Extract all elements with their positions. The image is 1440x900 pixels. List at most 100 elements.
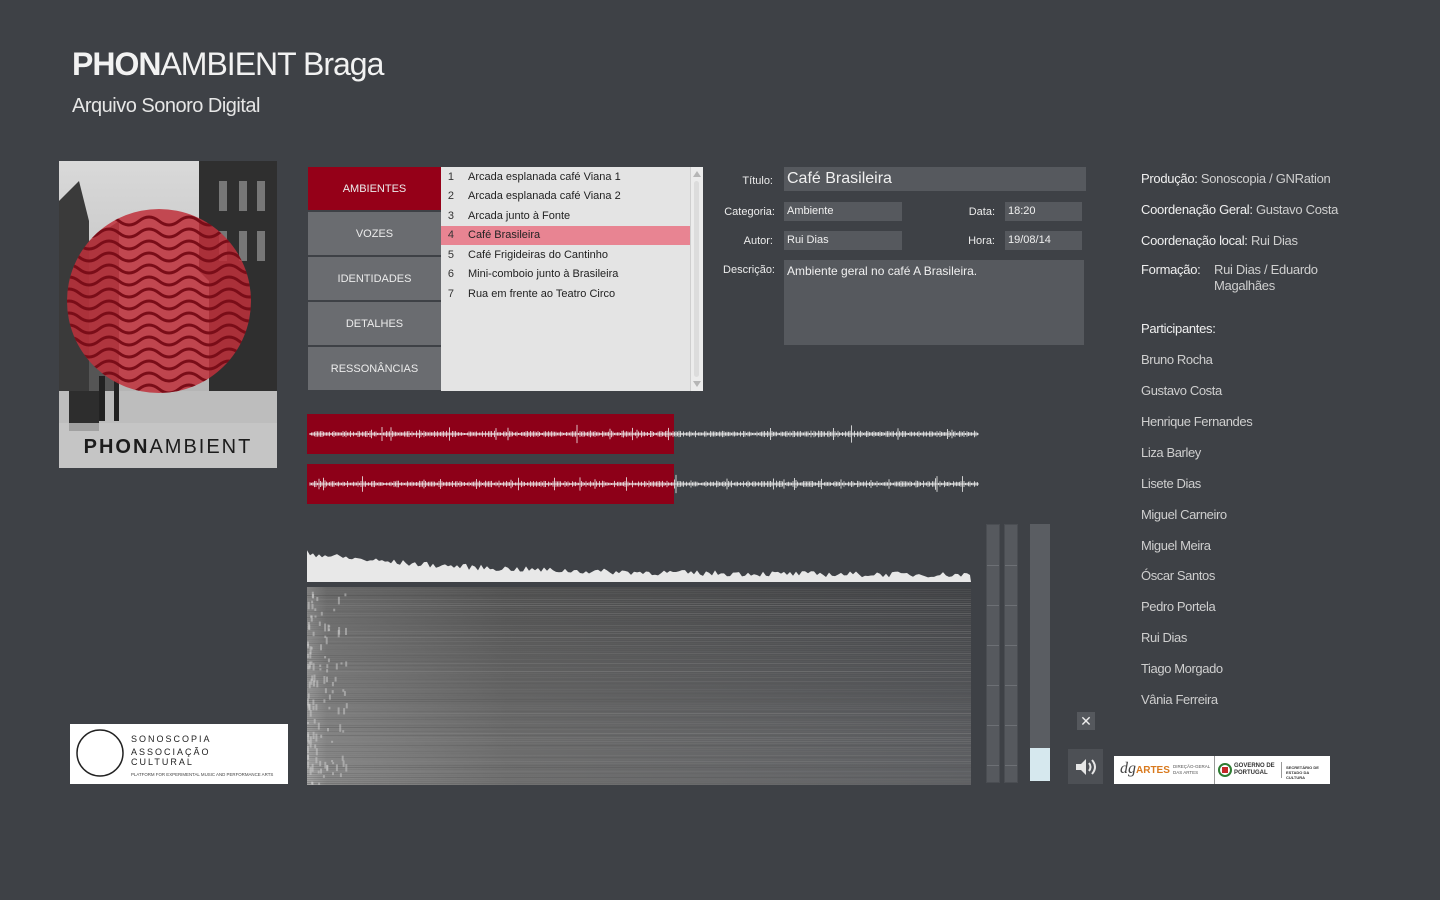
spectrogram-band: [307, 645, 971, 646]
spectrogram-band: [307, 775, 971, 776]
spectrogram-energy: [319, 664, 322, 667]
spectrogram-band: [307, 783, 971, 784]
spectrogram-band: [307, 643, 971, 644]
spectrogram-energy: [317, 770, 320, 774]
spectrogram-band: [307, 689, 971, 690]
spectrogram-energy: [315, 733, 318, 742]
spectrogram-energy: [320, 768, 322, 774]
volume-slider[interactable]: [1030, 524, 1050, 781]
spectrogram-band: [307, 697, 971, 698]
spectrogram-band: [307, 731, 971, 732]
spectrogram-energy: [312, 663, 315, 671]
waveform-left-channel[interactable]: [307, 414, 987, 454]
spectrogram-energy: [333, 608, 336, 612]
category-ressonancias-button[interactable]: RESSONÂNCIAS: [308, 347, 441, 390]
dgartes-governo-logo: dg ARTES DIREÇÃO-GERAL DAS ARTES GOVERNO…: [1114, 756, 1330, 784]
spectrogram-energy: [335, 764, 338, 772]
logo-divider: [1214, 756, 1215, 784]
spectrogram-energy: [310, 615, 313, 622]
spectrogram-band: [307, 719, 971, 720]
track-row[interactable]: 6 Mini-comboio junto à Brasileira: [441, 265, 690, 285]
spectrogram-energy: [326, 676, 328, 683]
spectrogram-energy: [307, 721, 309, 724]
meter-tick: [987, 725, 999, 726]
spectrogram-energy: [307, 745, 309, 754]
spectrogram-band: [307, 729, 971, 730]
track-row[interactable]: 5 Café Frigideiras do Cantinho: [441, 245, 690, 265]
spectrogram-band: [307, 753, 971, 754]
spectrogram-band: [307, 625, 971, 626]
spectrogram-energy: [328, 628, 331, 631]
close-button[interactable]: ✕: [1077, 712, 1095, 730]
data-label: Data:: [968, 206, 995, 218]
spectrogram-band: [307, 759, 971, 760]
autor-label: Autor:: [743, 235, 773, 247]
track-row[interactable]: 1 Arcada esplanada café Viana 1: [441, 167, 690, 187]
spectrogram-band: [307, 701, 971, 702]
spectrogram-energy: [311, 603, 314, 610]
spectrogram-energy: [324, 761, 327, 769]
scroll-thumb[interactable]: [694, 181, 699, 377]
track-row[interactable]: 3 Arcada junto à Fonte: [441, 206, 690, 226]
spectrogram-energy: [307, 643, 310, 649]
spectrogram-energy: [337, 596, 340, 605]
spectrogram-band: [307, 673, 971, 674]
spectrogram-energy: [335, 663, 338, 670]
spectrogram-band: [307, 681, 971, 682]
spectrogram: [307, 587, 971, 785]
category-identidades-button[interactable]: IDENTIDADES: [308, 257, 441, 300]
participant-name: Henrique Fernandes: [1141, 414, 1253, 429]
track-row-selected[interactable]: 4 Café Brasileira: [441, 225, 690, 245]
producao-credit: Produção: Sonoscopia / GNRation: [1141, 171, 1331, 186]
spectrogram-band: [307, 777, 971, 778]
spectrogram-energy: [308, 665, 311, 670]
spectrogram-energy: [315, 704, 318, 711]
spectrogram-energy: [320, 734, 323, 738]
spectrogram-energy: [332, 772, 334, 776]
spectrogram-band: [307, 771, 971, 772]
spectrogram-band: [307, 601, 971, 602]
track-row[interactable]: 2 Arcada esplanada café Viana 2: [441, 187, 690, 207]
participant-name: Miguel Carneiro: [1141, 507, 1227, 522]
spectrogram-energy: [327, 658, 330, 663]
meter-tick: [1005, 725, 1017, 726]
spectrogram-band: [307, 607, 971, 608]
spectrogram-energy: [320, 644, 322, 651]
spectrogram-band: [307, 605, 971, 606]
hora-field: 19/08/14: [1005, 231, 1082, 250]
track-list[interactable]: 1 Arcada esplanada café Viana 1 2 Arcada e…: [441, 167, 703, 391]
spectrogram-band: [307, 749, 971, 750]
spectrogram-band: [307, 661, 971, 662]
track-row[interactable]: 7 Rua em frente ao Teatro Circo: [441, 284, 690, 304]
spectrogram-energy: [328, 694, 331, 700]
spectrogram-energy: [343, 691, 346, 696]
coord-geral-credit: Coordenação Geral: Gustavo Costa: [1141, 202, 1339, 217]
spectrogram-energy: [342, 730, 345, 733]
category-vozes-button[interactable]: VOZES: [308, 212, 441, 255]
waveform-right-channel[interactable]: [307, 464, 987, 504]
spectrogram-energy: [317, 722, 320, 730]
spectrogram-band: [307, 671, 971, 672]
spectrogram-energy: [331, 760, 334, 763]
spectrogram-band: [307, 623, 971, 624]
participantes-heading: Participantes:: [1141, 321, 1216, 336]
spectrogram-band: [307, 621, 971, 622]
category-detalhes-button[interactable]: DETALHES: [308, 302, 441, 345]
spectrogram-energy: [344, 593, 347, 597]
mute-button[interactable]: [1068, 749, 1103, 784]
level-meter-left: [986, 524, 1000, 783]
spectrogram-energy: [331, 740, 334, 743]
spectrogram-band: [307, 751, 971, 752]
spectrogram-energy: [332, 762, 335, 765]
spectrogram-energy: [312, 699, 315, 706]
track-list-scrollbar[interactable]: [690, 167, 703, 391]
spectrogram-energy: [316, 680, 319, 688]
spectrogram-energy: [308, 740, 311, 744]
scroll-down-icon[interactable]: [693, 381, 701, 387]
spectrogram-band: [307, 685, 971, 686]
hora-label: Hora:: [968, 235, 995, 247]
formacao-value-2: Magalhães: [1214, 278, 1275, 293]
spectrogram-band: [307, 655, 971, 656]
waveform-trace: [309, 424, 979, 444]
category-ambientes-button[interactable]: AMBIENTES: [308, 167, 441, 210]
